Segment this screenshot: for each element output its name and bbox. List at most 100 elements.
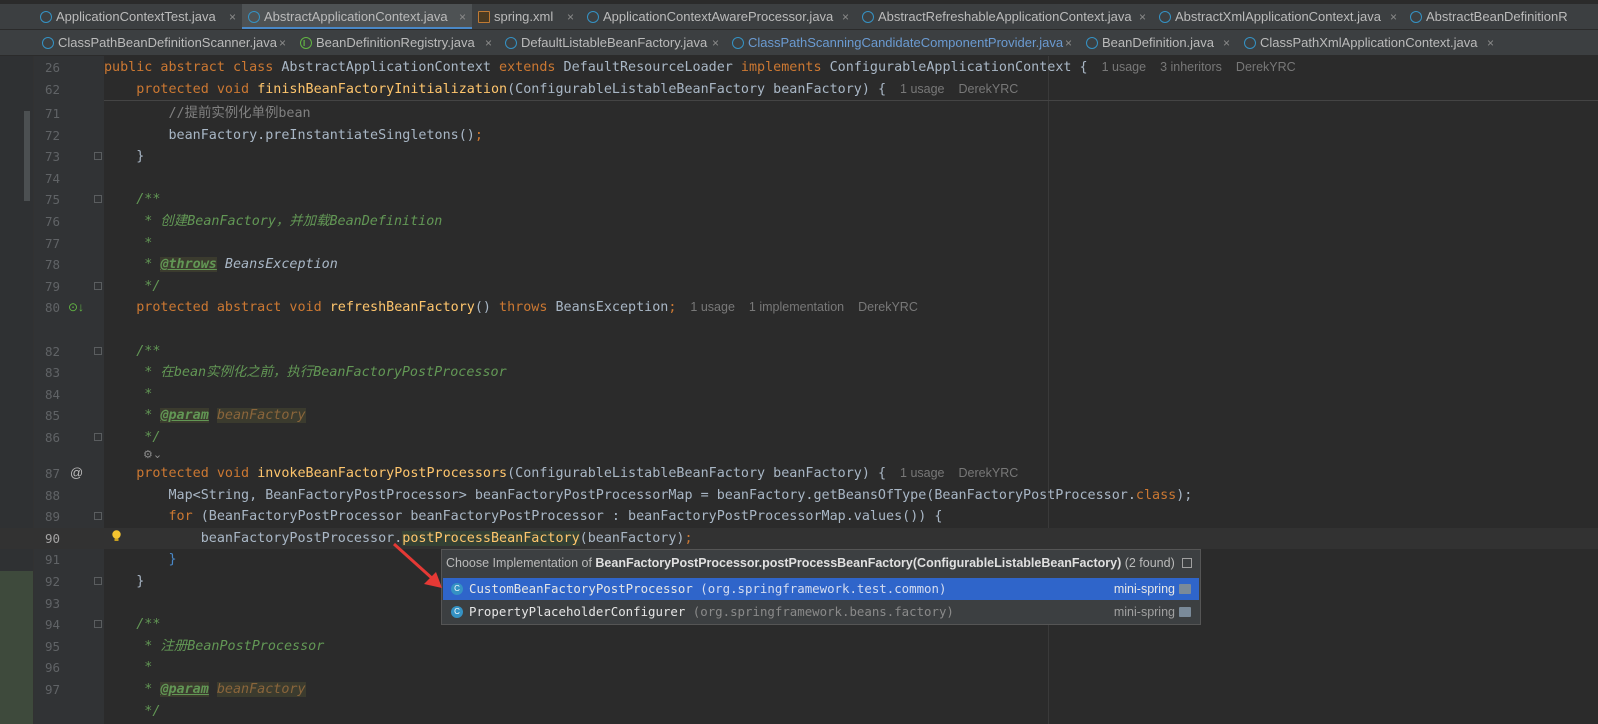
close-icon[interactable]: ×	[485, 30, 492, 55]
tab-abstract-bean-definition-reader[interactable]: AbstractBeanDefinitionR	[1404, 4, 1598, 29]
code-line[interactable]: 95 * 注册BeanPostProcessor	[0, 636, 1598, 658]
fold-icon[interactable]	[94, 346, 102, 355]
code-line[interactable]: 86 */	[0, 427, 1598, 449]
close-icon[interactable]: ×	[229, 4, 236, 29]
code-line[interactable]: 83 * 在bean实例化之前，执行BeanFactoryPostProcess…	[0, 362, 1598, 384]
implementation-hint[interactable]: 1 implementation	[749, 300, 844, 314]
tab-bean-definition[interactable]: BeanDefinition.java ×	[1080, 30, 1236, 55]
tab-bean-definition-registry[interactable]: BeanDefinitionRegistry.java ×	[294, 30, 498, 55]
line-number: 93	[44, 595, 60, 611]
close-icon[interactable]: ×	[1065, 30, 1072, 55]
pin-icon[interactable]	[1182, 558, 1192, 568]
annotation-arrow-icon	[392, 542, 442, 588]
interface-icon	[300, 31, 312, 55]
tab-abstract-refreshable-application-context[interactable]: AbstractRefreshableApplicationContext.ja…	[856, 4, 1152, 29]
code-line[interactable]: 72 beanFactory.preInstantiateSingletons(…	[0, 125, 1598, 147]
code-line[interactable]: 85 * @param beanFactory	[0, 405, 1598, 427]
author-hint[interactable]: DerekYRC	[959, 466, 1019, 480]
fold-icon[interactable]	[94, 620, 102, 629]
code-line[interactable]: 97 * @param beanFactory	[0, 679, 1598, 701]
fold-icon[interactable]	[94, 195, 102, 204]
code-line[interactable]: 89 for (BeanFactoryPostProcessor beanFac…	[0, 506, 1598, 528]
fold-icon[interactable]	[94, 152, 102, 161]
code-line[interactable]: 77 *	[0, 233, 1598, 255]
fold-icon[interactable]	[94, 281, 102, 290]
line-number: 85	[44, 408, 60, 424]
editor-tab-row-2: ClassPathBeanDefinitionScanner.java × Be…	[0, 30, 1598, 56]
line-number: 95	[44, 638, 60, 654]
tab-application-context-aware-processor[interactable]: ApplicationContextAwareProcessor.java ×	[581, 4, 855, 29]
annotation-at-icon[interactable]: @	[70, 465, 83, 480]
code-vision-icon[interactable]: ⚙⌄	[143, 448, 162, 461]
tab-abstract-xml-application-context[interactable]: AbstractXmlApplicationContext.java ×	[1153, 4, 1403, 29]
code-line[interactable]: 73 }	[0, 146, 1598, 168]
code-line[interactable]: 88 Map<String, BeanFactoryPostProcessor>…	[0, 485, 1598, 507]
author-hint[interactable]: DerekYRC	[858, 300, 918, 314]
tab-application-context-test[interactable]: ApplicationContextTest.java ×	[34, 4, 242, 29]
implementation-item[interactable]: C PropertyPlaceholderConfigurer (org.spr…	[443, 601, 1199, 623]
usage-hint[interactable]: 1 usage	[900, 466, 944, 480]
close-icon[interactable]: ×	[1487, 30, 1494, 55]
close-icon[interactable]: ×	[567, 4, 574, 29]
tab-class-path-xml-application-context[interactable]: ClassPathXmlApplicationContext.java ×	[1238, 30, 1500, 55]
line-number: 94	[44, 617, 60, 633]
tab-spring-xml[interactable]: spring.xml ×	[472, 4, 580, 29]
code-line[interactable]: 96 *	[0, 657, 1598, 679]
code-line[interactable]: */	[0, 701, 1598, 723]
code-line[interactable]: 62 protected void finishBeanFactoryIniti…	[0, 79, 1598, 101]
inheritors-hint[interactable]: 3 inheritors	[1160, 60, 1222, 74]
tab-class-path-scanning-candidate-component-provider[interactable]: ClassPathScanningCandidateComponentProvi…	[726, 30, 1078, 55]
code-line-current[interactable]: 90 beanFactoryPostProcessor.postProcessB…	[0, 527, 1598, 550]
close-icon[interactable]: ×	[459, 4, 466, 29]
tab-abstract-application-context[interactable]: AbstractApplicationContext.java ×	[242, 4, 472, 29]
implementation-item-selected[interactable]: C CustomBeanFactoryPostProcessor (org.sp…	[443, 578, 1199, 600]
author-hint[interactable]: DerekYRC	[959, 82, 1019, 96]
usage-hint[interactable]: 1 usage	[1102, 60, 1146, 74]
code-line[interactable]: 84 *	[0, 384, 1598, 406]
usage-hint[interactable]: 1 usage	[690, 300, 734, 314]
code-line[interactable]: 71 //提前实例化单例bean	[0, 103, 1598, 125]
abstract-class-icon	[1410, 11, 1422, 23]
line-number: 90	[44, 530, 60, 546]
code-line[interactable]: 79 */	[0, 276, 1598, 298]
line-number: 91	[44, 552, 60, 568]
usage-hint[interactable]: 1 usage	[900, 82, 944, 96]
class-icon	[587, 11, 599, 23]
line-number: 83	[44, 365, 60, 381]
tab-default-listable-bean-factory[interactable]: DefaultListableBeanFactory.java ×	[499, 30, 725, 55]
line-number: 80	[44, 300, 60, 316]
class-icon: C	[451, 583, 463, 595]
author-hint[interactable]: DerekYRC	[1236, 60, 1296, 74]
code-line[interactable]: 82 /**	[0, 341, 1598, 363]
close-icon[interactable]: ×	[1390, 4, 1397, 29]
fold-icon[interactable]	[94, 577, 102, 585]
code-line[interactable]: 78 * @throws BeansException	[0, 254, 1598, 276]
class-icon	[248, 11, 260, 23]
code-line[interactable]: 26 public abstract class AbstractApplica…	[0, 57, 1598, 79]
implemented-method-icon[interactable]: ⊙↓	[68, 300, 84, 314]
line-number: 86	[44, 430, 60, 445]
close-icon[interactable]: ×	[1139, 4, 1146, 29]
line-number: 89	[44, 509, 60, 525]
code-line[interactable]: 74	[0, 168, 1598, 190]
lightbulb-icon[interactable]	[111, 530, 122, 542]
fold-icon[interactable]	[94, 512, 102, 521]
code-line[interactable]: 80 protected abstract void refreshBeanFa…	[0, 297, 1598, 319]
close-icon[interactable]: ×	[1223, 30, 1230, 55]
choose-implementation-popup[interactable]: Choose Implementation of BeanFactoryPost…	[441, 549, 1201, 625]
code-line[interactable]	[0, 319, 1598, 341]
fold-icon[interactable]	[94, 433, 102, 441]
xml-icon	[478, 11, 490, 23]
code-line[interactable]: 76 * 创建BeanFactory，并加载BeanDefinition	[0, 211, 1598, 233]
code-line[interactable]: 87 protected void invokeBeanFactoryPostP…	[0, 463, 1598, 485]
line-number: 62	[44, 81, 60, 97]
abstract-class-icon	[862, 11, 874, 23]
tab-class-path-bean-definition-scanner[interactable]: ClassPathBeanDefinitionScanner.java ×	[36, 30, 292, 55]
close-icon[interactable]: ×	[712, 30, 719, 55]
code-line[interactable]: 75 /**	[0, 189, 1598, 211]
line-number: 74	[44, 170, 60, 186]
line-number: 96	[44, 660, 60, 676]
close-icon[interactable]: ×	[279, 30, 286, 55]
close-icon[interactable]: ×	[842, 4, 849, 29]
line-number: 76	[44, 214, 60, 229]
